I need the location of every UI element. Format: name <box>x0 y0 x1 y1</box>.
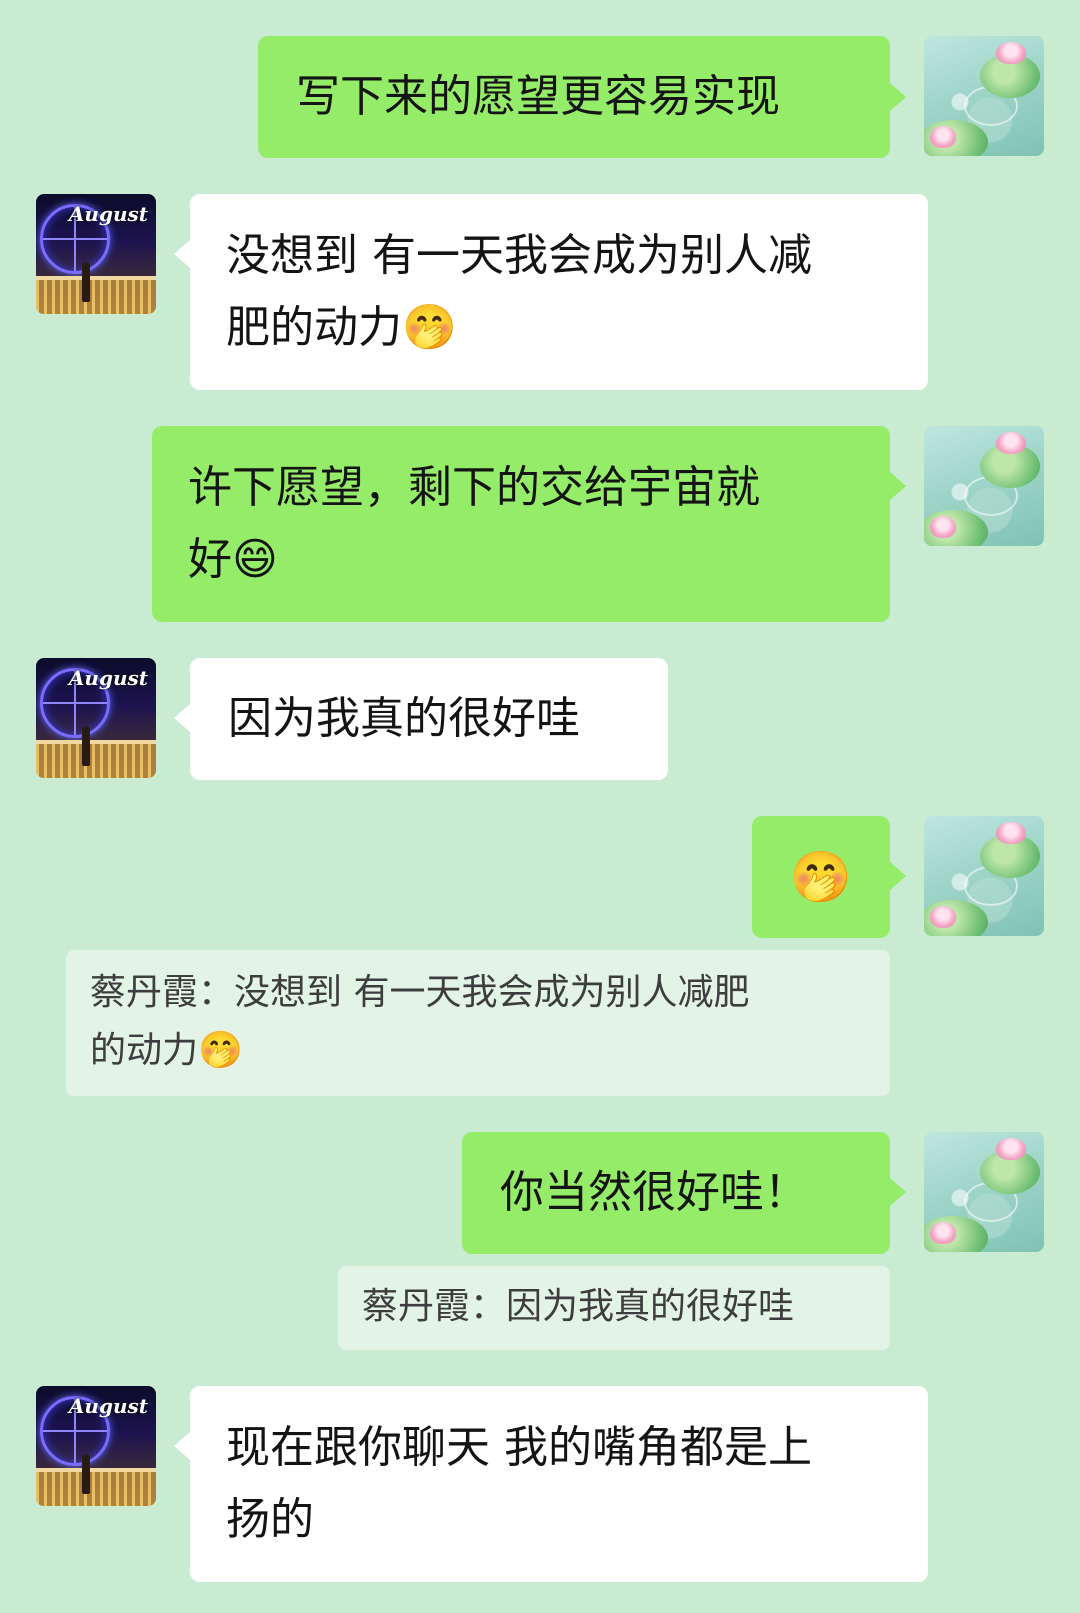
my-avatar[interactable] <box>924 36 1044 156</box>
bubble-tail <box>174 1432 190 1460</box>
my-avatar[interactable] <box>924 1132 1044 1252</box>
lotus-flower-icon <box>930 906 956 928</box>
quoted-reply[interactable]: 蔡丹霞：因为我真的很好哇 <box>338 1266 890 1350</box>
person-silhouette <box>82 262 90 302</box>
lotus-flower-icon <box>930 126 956 148</box>
bubble-tail <box>174 704 190 732</box>
quote-text-line-1: 蔡丹霞：没想到 有一天我会成为别人减肥 <box>90 972 750 1013</box>
message-text: 肥的动力 <box>226 302 402 353</box>
lotus-flower-icon <box>930 1222 956 1244</box>
my-avatar[interactable] <box>924 426 1044 546</box>
message-bubble[interactable]: 你当然很好哇！ <box>462 1132 890 1254</box>
bubble-tail <box>890 1178 906 1206</box>
message-bubble[interactable]: 没想到 有一天我会成为别人减 肥的动力🤭 <box>190 194 928 390</box>
quote-text: 蔡丹霞：因为我真的很好哇 <box>362 1286 795 1327</box>
lotus-flower-icon <box>996 1138 1026 1160</box>
city-lights-shape <box>36 744 156 778</box>
hand-over-mouth-emoji-icon: 🤭 <box>198 1030 243 1071</box>
lotus-flower-icon <box>996 42 1026 64</box>
bubble-tail <box>890 862 906 890</box>
quoted-reply[interactable]: 蔡丹霞：没想到 有一天我会成为别人减肥 的动力🤭 <box>66 950 890 1096</box>
lotus-flower-icon <box>996 822 1026 844</box>
bubble-tail <box>174 240 190 268</box>
message-text: 好 <box>188 534 232 585</box>
message-text: 你当然很好哇！ <box>500 1167 808 1218</box>
contact-avatar[interactable]: August <box>36 1386 156 1506</box>
quote-text: 的动力 <box>90 1030 199 1071</box>
message-bubble[interactable]: 因为我真的很好哇 <box>190 658 668 780</box>
message-bubble[interactable]: 写下来的愿望更容易实现 <box>258 36 890 158</box>
bubble-tail <box>890 83 906 111</box>
grinning-emoji-icon: 😄 <box>232 534 278 585</box>
hand-over-mouth-emoji-icon: 🤭 <box>402 302 457 353</box>
avatar-label: August <box>68 666 148 690</box>
message-text-line-1: 许下愿望，剩下的交给宇宙就 <box>188 462 760 513</box>
city-lights-shape <box>36 280 156 314</box>
lotus-flower-icon <box>930 516 956 538</box>
contact-avatar[interactable]: August <box>36 194 156 314</box>
message-text-line-1: 没想到 有一天我会成为别人减 <box>226 230 812 281</box>
person-silhouette <box>82 1454 90 1494</box>
bubble-tail <box>890 472 906 500</box>
message-text: 写下来的愿望更容易实现 <box>296 71 780 122</box>
quote-text-line-2: 的动力🤭 <box>90 1022 866 1080</box>
lotus-flower-icon <box>996 432 1026 454</box>
message-text-line-2: 肥的动力🤭 <box>226 292 892 364</box>
message-bubble[interactable]: 现在跟你聊天 我的嘴角都是上 扬的 <box>190 1386 928 1582</box>
message-bubble[interactable]: 🤭 <box>752 816 890 938</box>
my-avatar[interactable] <box>924 816 1044 936</box>
message-text: 因为我真的很好哇 <box>228 693 580 744</box>
message-text-line-2: 好😄 <box>188 524 854 596</box>
avatar-label: August <box>68 1394 148 1418</box>
person-silhouette <box>82 726 90 766</box>
chat-screen: { "messages": [ {"id": 1, "side": "me", … <box>0 0 1080 1613</box>
contact-avatar[interactable]: August <box>36 658 156 778</box>
message-text-line-2: 扬的 <box>226 1494 314 1545</box>
avatar-label: August <box>68 202 148 226</box>
city-lights-shape <box>36 1472 156 1506</box>
message-bubble[interactable]: 许下愿望，剩下的交给宇宙就 好😄 <box>152 426 890 622</box>
message-text-line-1: 现在跟你聊天 我的嘴角都是上 <box>226 1422 812 1473</box>
hand-over-mouth-emoji-icon: 🤭 <box>789 848 853 906</box>
